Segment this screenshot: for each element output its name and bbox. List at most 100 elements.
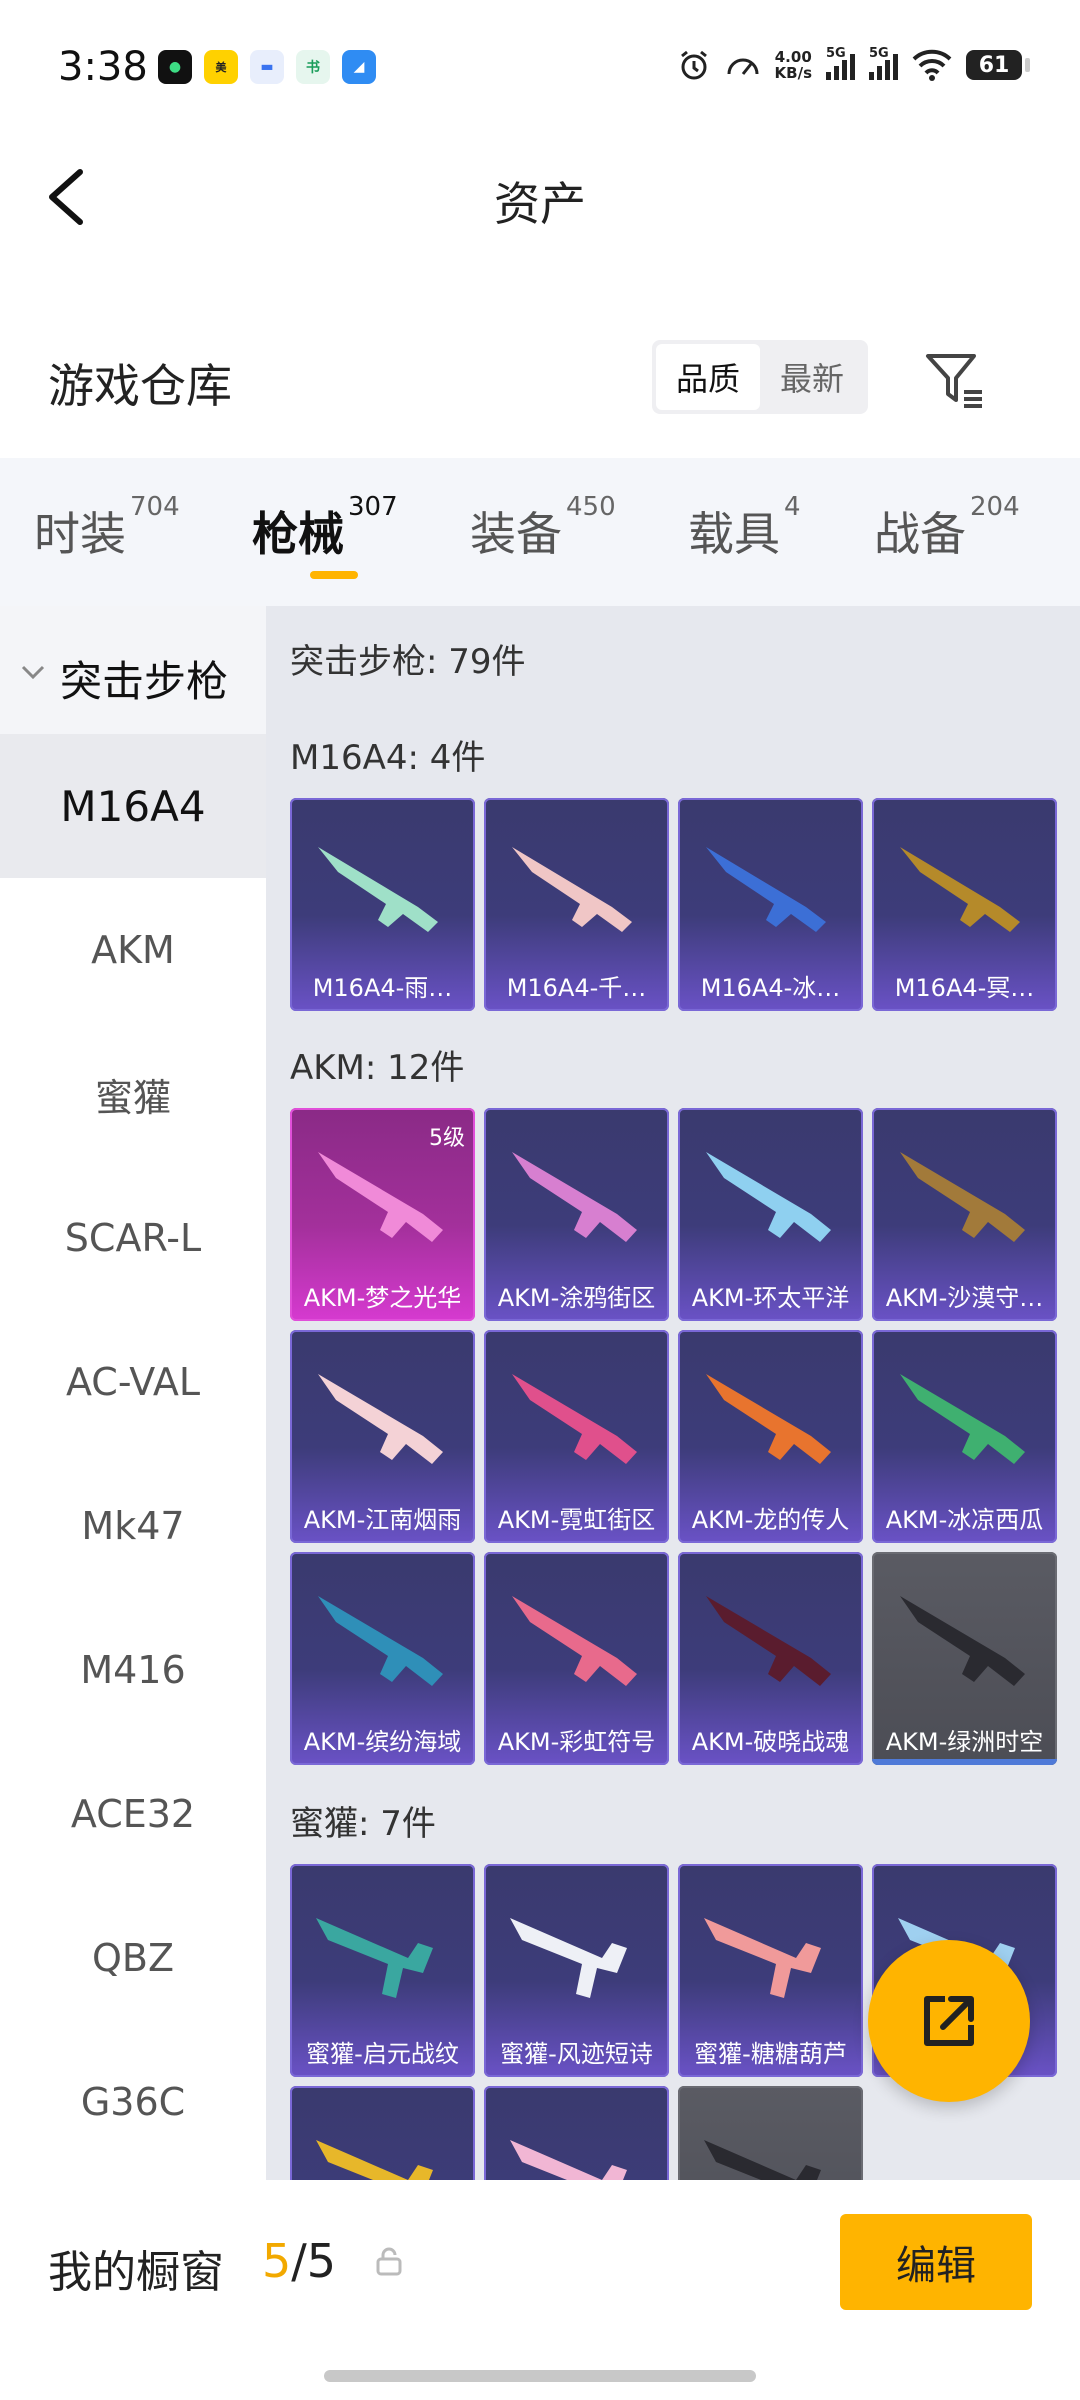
store-title: 游戏仓库 — [48, 359, 232, 413]
tab-outfits[interactable]: 时装 704 — [34, 492, 180, 564]
rifle-icon — [318, 847, 438, 932]
skin-card[interactable]: AKM-龙的传人 — [678, 1330, 863, 1543]
sidebar-item-ac-val[interactable]: AC-VAL — [0, 1310, 266, 1454]
app-notification-icon: ● — [158, 50, 192, 84]
sidebar-item-akm[interactable]: AKM — [0, 878, 266, 1022]
smg-icon — [704, 1918, 821, 1998]
skin-card[interactable]: 5级 AKM-梦之光华 — [290, 1108, 475, 1321]
sidebar-item-m16a4[interactable]: M16A4 — [0, 734, 266, 878]
sidebar-item-ace32[interactable]: ACE32 — [0, 1742, 266, 1886]
showcase-count: 5/5 — [262, 2234, 337, 2288]
showcase-label: 我的橱窗 — [48, 2247, 224, 2298]
tab-vehicles[interactable]: 载具 4 — [688, 492, 801, 564]
skin-card[interactable]: AKM-江南烟雨 — [290, 1330, 475, 1543]
page-title: 资产 — [494, 177, 586, 231]
category-count: 突击步枪: 79件 — [290, 642, 526, 682]
active-tab-indicator — [310, 571, 358, 579]
smg-icon — [316, 2140, 433, 2180]
rifle-icon — [900, 1374, 1025, 1464]
sidebar-item-scar-l[interactable]: SCAR-L — [0, 1166, 266, 1310]
skin-card[interactable] — [290, 2086, 475, 2180]
tab-supplies[interactable]: 战备 204 — [874, 492, 1020, 564]
category-header[interactable]: 突击步枪 — [0, 606, 266, 750]
skin-card[interactable]: M16A4-雨… — [290, 798, 475, 1011]
battery-icon: 61 — [966, 50, 1030, 80]
lock-icon — [376, 2247, 402, 2276]
rifle-icon — [512, 1596, 637, 1686]
category-tabs: 时装 704 枪械 307 装备 450 载具 4 战备 204 — [0, 458, 1080, 606]
notification-icons: ● 美 ▬ 书 ◢ — [158, 50, 376, 84]
sidebar-item-honey-badger[interactable]: 蜜獾 — [0, 1022, 266, 1166]
smg-icon — [316, 1918, 433, 1998]
section-title: 蜜獾: 7件 — [290, 1804, 436, 1844]
status-time: 3:38 — [58, 44, 148, 90]
home-indicator[interactable] — [324, 2370, 756, 2382]
smg-icon — [510, 2140, 627, 2180]
wifi-icon — [912, 49, 952, 81]
skin-card[interactable]: AKM-破晓战魂 — [678, 1552, 863, 1765]
edit-button[interactable]: 编辑 — [840, 2214, 1032, 2310]
sort-toggle: 品质 最新 — [652, 340, 868, 414]
rifle-icon — [512, 1152, 637, 1242]
share-button[interactable] — [868, 1940, 1030, 2102]
showcase-bar: 我的橱窗 5/5 编辑 — [0, 2180, 1080, 2400]
skin-card[interactable]: M16A4-千… — [484, 798, 669, 1011]
skin-card[interactable] — [678, 2086, 863, 2180]
skin-card[interactable]: 蜜獾-启元战纹 — [290, 1864, 475, 2077]
rifle-icon — [512, 847, 632, 932]
skin-card[interactable]: AKM-绿洲时空 — [872, 1552, 1057, 1765]
network-speed: 4.00 KB/s — [774, 48, 812, 82]
status-right: 4.00 KB/s 5G 5G 61 — [677, 46, 1030, 82]
message-icon: ▬ — [250, 50, 284, 84]
skin-card[interactable] — [484, 2086, 669, 2180]
alarm-icon — [680, 50, 707, 80]
rifle-icon — [706, 1596, 831, 1686]
skin-card[interactable]: AKM-涂鸦街区 — [484, 1108, 669, 1321]
section-title: AKM: 12件 — [290, 1048, 465, 1088]
tab-equipment[interactable]: 装备 450 — [470, 492, 616, 564]
rifle-icon — [900, 847, 1020, 932]
top-bar: 资产 — [0, 150, 1080, 250]
chevron-down-icon — [21, 665, 45, 680]
signal-icon: 5G — [826, 46, 855, 80]
app-icon: 书 — [296, 50, 330, 84]
sort-quality-button[interactable]: 品质 — [656, 344, 760, 410]
skin-card[interactable]: AKM-冰凉西瓜 — [872, 1330, 1057, 1543]
store-header: 游戏仓库 品质 最新 — [0, 340, 1080, 460]
rifle-icon — [706, 1374, 831, 1464]
skin-card[interactable]: M16A4-冥… — [872, 798, 1057, 1011]
rifle-icon — [706, 847, 826, 932]
tab-guns[interactable]: 枪械 307 — [252, 492, 398, 564]
skin-card[interactable]: AKM-缤纷海域 — [290, 1552, 475, 1765]
rifle-icon — [706, 1152, 831, 1242]
skin-card[interactable]: AKM-彩虹符号 — [484, 1552, 669, 1765]
sidebar-item-g36c[interactable]: G36C — [0, 2030, 266, 2174]
skin-card[interactable]: 蜜獾-风迹短诗 — [484, 1864, 669, 2077]
status-bar: 3:38 ● 美 ▬ 书 ◢ 4.00 KB/s 5G 5G 61 — [0, 0, 1080, 140]
skin-card[interactable]: M16A4-冰… — [678, 798, 863, 1011]
browser-icon: ◢ — [342, 50, 376, 84]
section-title: M16A4: 4件 — [290, 738, 486, 778]
skin-card[interactable]: AKM-霓虹街区 — [484, 1330, 669, 1543]
rifle-icon — [318, 1374, 443, 1464]
filter-icon[interactable] — [922, 348, 986, 412]
smg-icon — [704, 2140, 821, 2180]
sidebar-item-qbz[interactable]: QBZ — [0, 1886, 266, 2030]
rifle-icon — [512, 1374, 637, 1464]
skin-card[interactable]: AKM-环太平洋 — [678, 1108, 863, 1321]
skin-card[interactable]: AKM-沙漠守… — [872, 1108, 1057, 1321]
smg-icon — [510, 1918, 627, 1998]
rifle-icon — [900, 1152, 1025, 1242]
speedometer-icon — [727, 58, 759, 75]
meituan-icon: 美 — [204, 50, 238, 84]
sidebar-item-mk47[interactable]: Mk47 — [0, 1454, 266, 1598]
signal-icon: 5G — [869, 46, 898, 80]
sidebar-item-m416[interactable]: M416 — [0, 1598, 266, 1742]
share-icon — [924, 1996, 974, 2046]
rifle-icon — [900, 1596, 1025, 1686]
weapon-sidebar: 突击步枪 M16A4 AKM 蜜獾 SCAR-L AC-VAL Mk47 M41… — [0, 606, 266, 2180]
skin-card[interactable]: 蜜獾-糖糖葫芦 — [678, 1864, 863, 2077]
rifle-icon — [318, 1152, 443, 1242]
rifle-icon — [318, 1596, 443, 1686]
sort-latest-button[interactable]: 最新 — [760, 344, 864, 410]
